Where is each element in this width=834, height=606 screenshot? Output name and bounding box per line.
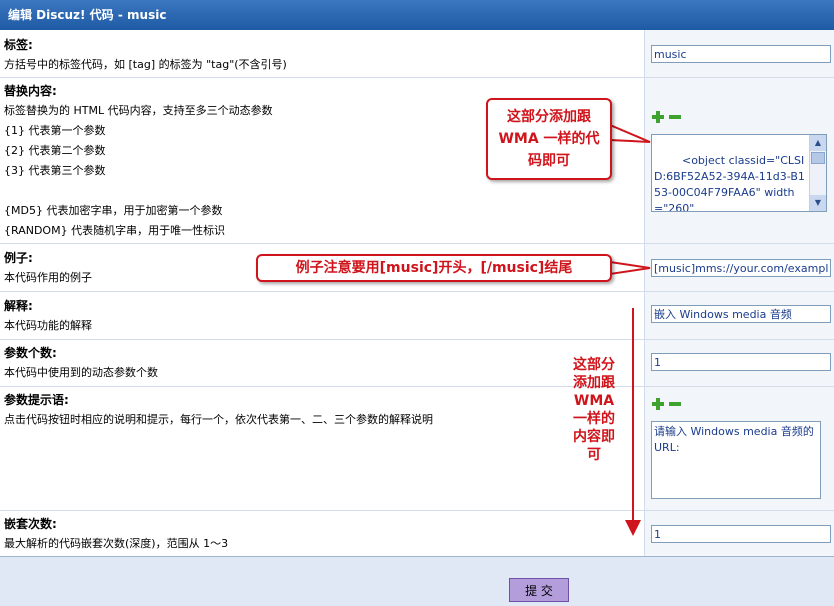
nest-input[interactable]: [651, 525, 831, 543]
replace-scrollbar[interactable]: ▲ ▼: [809, 135, 826, 211]
scroll-down-icon[interactable]: ▼: [810, 195, 826, 211]
annotation-prompt-text: 这部分 添加跟 WMA 一样的 内容即 可: [573, 357, 615, 463]
params-desc: 本代码中使用到的动态参数个数: [4, 366, 158, 379]
tag-desc: 方括号中的标签代码，如 [tag] 的标签为 "tag"(不含引号): [4, 58, 287, 71]
row-prompt: 参数提示语: 点击代码按钮时相应的说明和提示，每行一个，依次代表第一、二、三个参…: [0, 387, 834, 511]
window-title: 编辑 Discuz! 代码 - music: [0, 0, 834, 30]
scroll-thumb[interactable]: [811, 152, 825, 164]
replace-md5: {MD5} 代表加密字串，用于加密第一个参数: [4, 204, 223, 217]
replace-textarea[interactable]: <object classid="CLSID:6BF52A52-394A-11d…: [651, 134, 827, 212]
nest-desc: 最大解析的代码嵌套次数(深度)，范围从 1～3: [4, 537, 229, 550]
params-input[interactable]: [651, 353, 831, 371]
row-params: 参数个数: 本代码中使用到的动态参数个数: [0, 340, 834, 387]
example-input[interactable]: [651, 259, 831, 277]
row-tag: 标签: 方括号中的标签代码，如 [tag] 的标签为 "tag"(不含引号): [0, 30, 834, 78]
tag-label: 标签:: [4, 38, 33, 52]
params-label: 参数个数:: [4, 346, 57, 360]
tag-input[interactable]: [651, 45, 831, 63]
row-nest: 嵌套次数: 最大解析的代码嵌套次数(深度)，范围从 1～3: [0, 511, 834, 556]
form-table: 标签: 方括号中的标签代码，如 [tag] 的标签为 "tag"(不含引号) 替…: [0, 30, 834, 557]
prompt-shrink-minus-icon[interactable]: [669, 402, 681, 406]
scroll-up-icon[interactable]: ▲: [810, 135, 826, 151]
row-replace: 替换内容: 标签替换为的 HTML 代码内容，支持至多三个动态参数 {1} 代表…: [0, 78, 834, 244]
replace-random: {RANDOM} 代表随机字串，用于唯一性标识: [4, 224, 226, 237]
callout-replace-annotation: 这部分添加跟 WMA 一样的代 码即可: [486, 98, 612, 180]
row-explain: 解释: 本代码功能的解释: [0, 292, 834, 340]
explain-desc: 本代码功能的解释: [4, 319, 92, 332]
submit-button[interactable]: 提 交: [509, 578, 569, 602]
prompt-expand-plus-icon[interactable]: [651, 397, 665, 411]
explain-input[interactable]: [651, 305, 831, 323]
replace-shrink-minus-icon[interactable]: [669, 115, 681, 119]
replace-expand-plus-icon[interactable]: [651, 110, 665, 124]
explain-label: 解释:: [4, 299, 33, 313]
prompt-desc: 点击代码按钮时相应的说明和提示，每行一个，依次代表第一、二、三个参数的解释说明: [4, 413, 433, 426]
callout-example-annotation: 例子注意要用[music]开头，[/music]结尾: [256, 254, 612, 282]
prompt-textarea[interactable]: 请输入 Windows media 音频的 URL:: [651, 421, 821, 499]
replace-textarea-text: <object classid="CLSID:6BF52A52-394A-11d…: [654, 154, 805, 212]
nest-label: 嵌套次数:: [4, 517, 57, 531]
prompt-label: 参数提示语:: [4, 393, 69, 407]
